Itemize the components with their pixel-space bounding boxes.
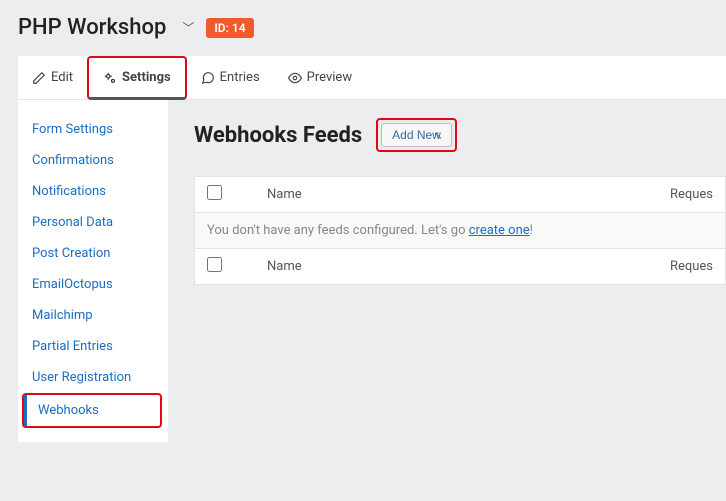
table-header: Name Reques: [194, 176, 726, 213]
add-new-button[interactable]: Add New ↖: [381, 123, 452, 147]
pencil-icon: [32, 71, 46, 85]
tab-label: Edit: [51, 70, 73, 85]
table-footer: Name Reques: [194, 248, 726, 285]
empty-suffix: !: [530, 223, 533, 238]
tab-label: Settings: [122, 70, 171, 85]
sidebar-item-emailoctopus[interactable]: EmailOctopus: [18, 269, 168, 300]
column-name[interactable]: Name: [267, 187, 670, 202]
tab-preview[interactable]: Preview: [274, 56, 366, 99]
sidebar-item-confirmations[interactable]: Confirmations: [18, 145, 168, 176]
tab-label: Entries: [220, 70, 260, 85]
select-all-checkbox-bottom[interactable]: [207, 257, 222, 272]
column-name[interactable]: Name: [267, 259, 670, 274]
chevron-down-icon[interactable]: ﹀: [182, 19, 194, 36]
column-request[interactable]: Reques: [670, 187, 713, 202]
select-all-checkbox[interactable]: [207, 185, 222, 200]
gears-icon: [103, 71, 117, 85]
sidebar-item-form-settings[interactable]: Form Settings: [18, 114, 168, 145]
cursor-icon: ↖: [434, 129, 443, 142]
tab-settings[interactable]: Settings: [87, 56, 187, 100]
id-badge: ID: 14: [206, 18, 253, 38]
sidebar-item-partial-entries[interactable]: Partial Entries: [18, 331, 168, 362]
sidebar-item-webhooks[interactable]: Webhooks: [24, 395, 160, 426]
settings-sidebar: Form Settings Confirmations Notification…: [18, 100, 168, 442]
tab-label: Preview: [307, 70, 352, 85]
tab-entries[interactable]: Entries: [187, 56, 274, 99]
create-one-link[interactable]: create one: [469, 223, 530, 238]
eye-icon: [288, 71, 302, 85]
sidebar-item-post-creation[interactable]: Post Creation: [18, 238, 168, 269]
page-title: PHP Workshop: [18, 15, 166, 40]
sidebar-item-notifications[interactable]: Notifications: [18, 176, 168, 207]
column-request[interactable]: Reques: [670, 259, 713, 274]
empty-text: You don't have any feeds configured. Let…: [207, 223, 469, 238]
sidebar-item-mailchimp[interactable]: Mailchimp: [18, 300, 168, 331]
sidebar-item-user-registration[interactable]: User Registration: [18, 362, 168, 393]
speech-bubble-icon: [201, 71, 215, 85]
section-title: Webhooks Feeds: [194, 123, 362, 148]
sidebar-item-personal-data[interactable]: Personal Data: [18, 207, 168, 238]
empty-state-row: You don't have any feeds configured. Let…: [194, 213, 726, 248]
tab-bar: Edit Settings Entries Preview: [18, 56, 726, 100]
tab-edit[interactable]: Edit: [18, 56, 87, 99]
